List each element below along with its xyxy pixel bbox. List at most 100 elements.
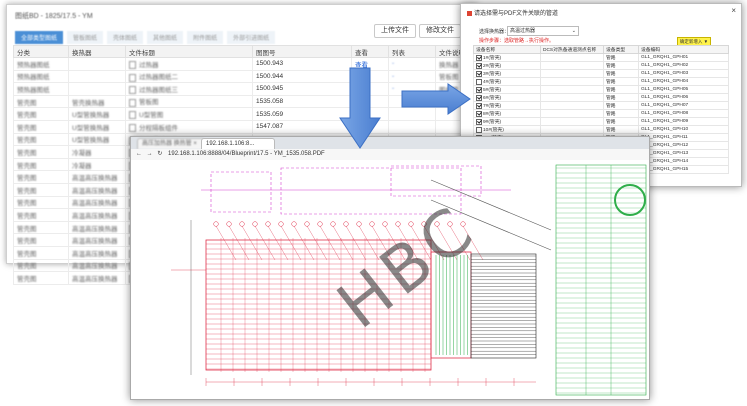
exchanger-cell: 高温高压换热器: [68, 271, 126, 285]
list-item[interactable]: 8#(管壳) 管路 GL1_GRQH1_GPH08: [473, 109, 729, 118]
reload-icon[interactable]: ↻: [157, 151, 162, 157]
category-cell: 管壳图: [13, 170, 69, 184]
device-type-cell: 管路: [603, 69, 639, 78]
category-cell: 管壳图: [13, 208, 69, 222]
device-name-cell: 8#(管壳): [473, 109, 541, 118]
tab-shell[interactable]: 壳体图纸: [107, 31, 144, 44]
row-checkbox[interactable]: [476, 62, 482, 69]
device-name-cell: 5#(管壳): [473, 85, 541, 94]
list-cell: [388, 119, 436, 134]
list-cell: -: [388, 57, 436, 71]
exchanger-cell: 管壳换热器: [68, 94, 126, 109]
category-cell: 管壳图: [13, 271, 69, 285]
exchanger-cell: 冷凝器: [68, 157, 126, 172]
tab-external[interactable]: 外部引进图纸: [227, 31, 276, 44]
row-checkbox[interactable]: [476, 86, 482, 93]
list-item[interactable]: 10#(管壳) 管路 GL1_GRQH1_GPH10: [473, 125, 729, 134]
col-exchanger: 换热器: [68, 45, 126, 58]
category-cell: 管壳图: [13, 145, 69, 159]
exchanger-cell: 高温高压换热器: [68, 258, 126, 273]
exchanger-cell: U型管换热器: [68, 132, 126, 147]
col-dcs-point: DCS对热备通道测点名称: [540, 45, 604, 54]
list-item[interactable]: 2#(管壳) 管路 GL1_GRQH1_GPH02: [473, 61, 729, 70]
edit-file-button[interactable]: 修改文件: [419, 24, 461, 38]
breadcrumb: 图纸BD - 1825/17.5 - YM: [15, 13, 93, 20]
url-text: 192.168.1.106:8888/04/Blueprint/17.5 - Y…: [168, 151, 325, 157]
file-icon: [129, 73, 136, 82]
exchanger-cell: 高温高压换热器: [68, 182, 126, 197]
col-view: 查看: [351, 45, 389, 58]
category-cell: 管壳图: [13, 157, 69, 172]
category-cell: 管壳图: [13, 119, 69, 134]
list-item[interactable]: 5#(管壳) 管路 GL1_GRQH1_GPH05: [473, 85, 729, 94]
exchanger-select[interactable]: 高温过热器 ⌄: [507, 26, 579, 36]
row-checkbox[interactable]: [476, 94, 482, 101]
exchanger-cell: 高温高压换热器: [68, 195, 126, 210]
file-icon: [129, 111, 136, 120]
browser-tab-pdf[interactable]: 192.168.1.106:8...: [201, 138, 275, 149]
col-device-code: 设备编码: [638, 45, 729, 54]
device-type-cell: 管路: [603, 93, 639, 102]
tab-all[interactable]: 全部类型图纸: [15, 31, 64, 44]
exchanger-cell: 冷凝器: [68, 145, 126, 159]
category-cell: 管壳图: [13, 107, 69, 121]
tab-other[interactable]: 其他图纸: [147, 31, 184, 44]
category-cell: 管壳图: [13, 258, 69, 273]
list-item[interactable]: 9#(管壳) 管路 GL1_GRQH1_GPH09: [473, 117, 729, 126]
dialog-title: 请选择需与PDF文件关联的管道: [467, 8, 558, 17]
col-device-name: 设备名称: [473, 45, 541, 54]
category-cell: 管壳图: [13, 220, 69, 235]
device-type-cell: 管路: [603, 85, 639, 94]
exchanger-cell: [68, 57, 126, 71]
row-checkbox[interactable]: [476, 126, 482, 133]
pdf-drawing-canvas[interactable]: HBC: [131, 160, 649, 399]
dcs-point-cell: [540, 117, 604, 126]
number-cell: 1535.058: [252, 94, 352, 109]
col-title: 文件标题: [125, 45, 253, 58]
device-code-cell: GL1_GRQH1_GPH10: [638, 125, 729, 134]
table-row[interactable]: 预热器图纸 过热器 1500.943 查看 - 换热器: [13, 57, 471, 71]
tab-tubesheet[interactable]: 管板图纸: [67, 31, 104, 44]
list-item[interactable]: 7#(管壳) 管路 GL1_GRQH1_GPH07: [473, 101, 729, 110]
dcs-point-cell: [540, 101, 604, 110]
file-icon: [129, 60, 136, 69]
exchanger-cell: 高温高压换热器: [68, 170, 126, 184]
device-name-cell: 7#(管壳): [473, 101, 541, 110]
upload-file-button[interactable]: 上传文件: [374, 24, 416, 38]
device-type-cell: 管路: [603, 117, 639, 126]
row-checkbox[interactable]: [476, 118, 482, 125]
back-icon[interactable]: ←: [136, 151, 142, 157]
device-code-cell: GL1_GRQH1_GPH15: [638, 165, 729, 174]
row-checkbox[interactable]: [476, 70, 482, 77]
exchanger-cell: 高温高压换热器: [68, 233, 126, 247]
device-type-cell: 管路: [603, 125, 639, 134]
device-code-cell: GL1_GRQH1_GPH08: [638, 109, 729, 118]
category-cell: 管壳图: [13, 182, 69, 197]
close-icon[interactable]: ×: [731, 6, 736, 15]
row-checkbox[interactable]: [476, 102, 482, 109]
row-checkbox[interactable]: [476, 54, 482, 61]
list-item[interactable]: 3#(管壳) 管路 GL1_GRQH1_GPH03: [473, 69, 729, 78]
green-highlight-circle: [614, 184, 646, 216]
number-cell: 1500.943: [252, 57, 352, 71]
row-checkbox[interactable]: [476, 78, 482, 85]
device-code-cell: GL1_GRQH1_GPH12: [638, 141, 729, 150]
table-row[interactable]: 管壳图 U型管换热器 分程隔板组件 1547.087: [13, 119, 471, 134]
dialog-app-icon: [467, 10, 472, 16]
row-checkbox[interactable]: [476, 110, 482, 117]
list-item[interactable]: 4#(管壳) 管路 GL1_GRQH1_GPH04: [473, 77, 729, 86]
col-category: 分类: [13, 45, 69, 58]
col-number: 图图号: [252, 45, 352, 58]
table-row[interactable]: 预热器图纸 过热器图纸二 1500.944- 管板图: [13, 69, 471, 84]
category-cell: 预热器图纸: [13, 69, 69, 84]
browser-tab-first[interactable]: 高压加热器 换热管 ×: [137, 138, 205, 149]
category-cell: 预热器图纸: [13, 82, 69, 96]
dcs-point-cell: [540, 77, 604, 86]
title-cell: 分程隔板组件: [125, 119, 253, 134]
list-item[interactable]: 1#(管壳) 管路 GL1_GRQH1_GPH01: [473, 53, 729, 62]
forward-icon[interactable]: →: [147, 151, 153, 157]
tab-attachment[interactable]: 附件图纸: [187, 31, 224, 44]
device-code-cell: GL1_GRQH1_GPH03: [638, 69, 729, 78]
list-item[interactable]: 6#(管壳) 管路 GL1_GRQH1_GPH06: [473, 93, 729, 102]
device-code-cell: GL1_GRQH1_GPH02: [638, 61, 729, 70]
